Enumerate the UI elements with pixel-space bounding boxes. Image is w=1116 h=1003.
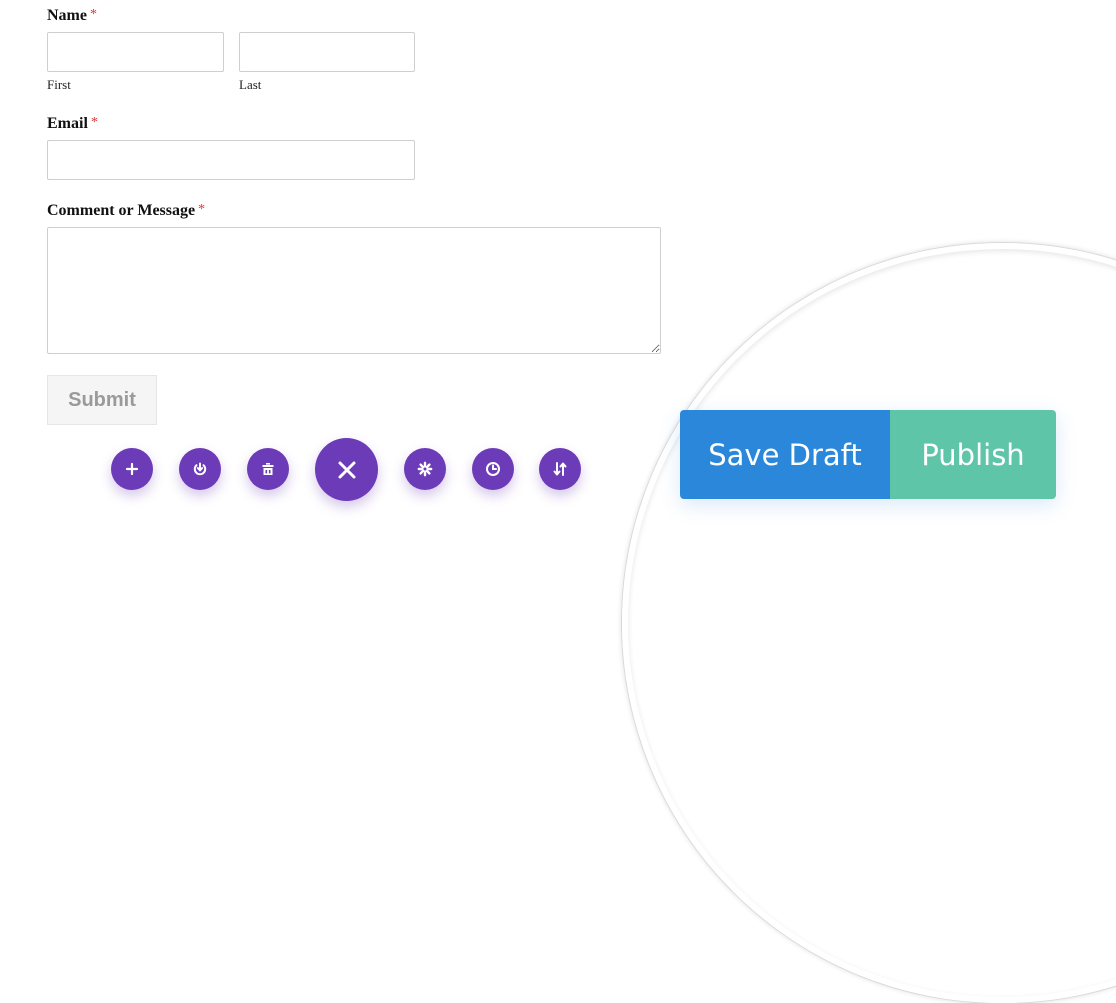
sort-button[interactable] [539,448,581,490]
message-textarea[interactable] [47,227,661,354]
first-name-input[interactable] [47,32,224,72]
clock-icon [486,462,500,476]
last-sublabel: Last [239,77,262,92]
submit-button[interactable]: Submit [47,375,157,425]
magnifier-circle-inner [628,249,1116,997]
first-sublabel: First [47,77,71,92]
email-label: Email * [47,115,98,133]
message-label-text: Comment or Message [47,202,196,219]
clear-layout-button[interactable] [247,448,289,490]
page-settings-button[interactable] [404,448,446,490]
close-icon [338,461,355,478]
power-download-icon [193,462,207,476]
sort-arrows-icon [553,462,567,476]
plus-icon [125,462,139,476]
required-marker: * [89,7,97,22]
close-builder-button[interactable] [315,438,378,501]
history-button[interactable] [472,448,514,490]
save-draft-button[interactable]: Save Draft [680,410,890,499]
trash-icon [262,463,274,475]
email-label-text: Email [47,115,88,132]
required-marker: * [90,115,98,130]
gear-icon [417,461,433,477]
name-label-text: Name [47,7,87,24]
portability-button[interactable] [179,448,221,490]
last-name-input[interactable] [239,32,415,72]
email-input[interactable] [47,140,415,180]
name-label: Name * [47,7,97,25]
publish-button[interactable]: Publish [890,410,1056,499]
message-label: Comment or Message * [47,202,205,220]
add-button[interactable] [111,448,153,490]
required-marker: * [198,202,206,217]
publish-button-group: Save Draft Publish [680,410,1056,499]
